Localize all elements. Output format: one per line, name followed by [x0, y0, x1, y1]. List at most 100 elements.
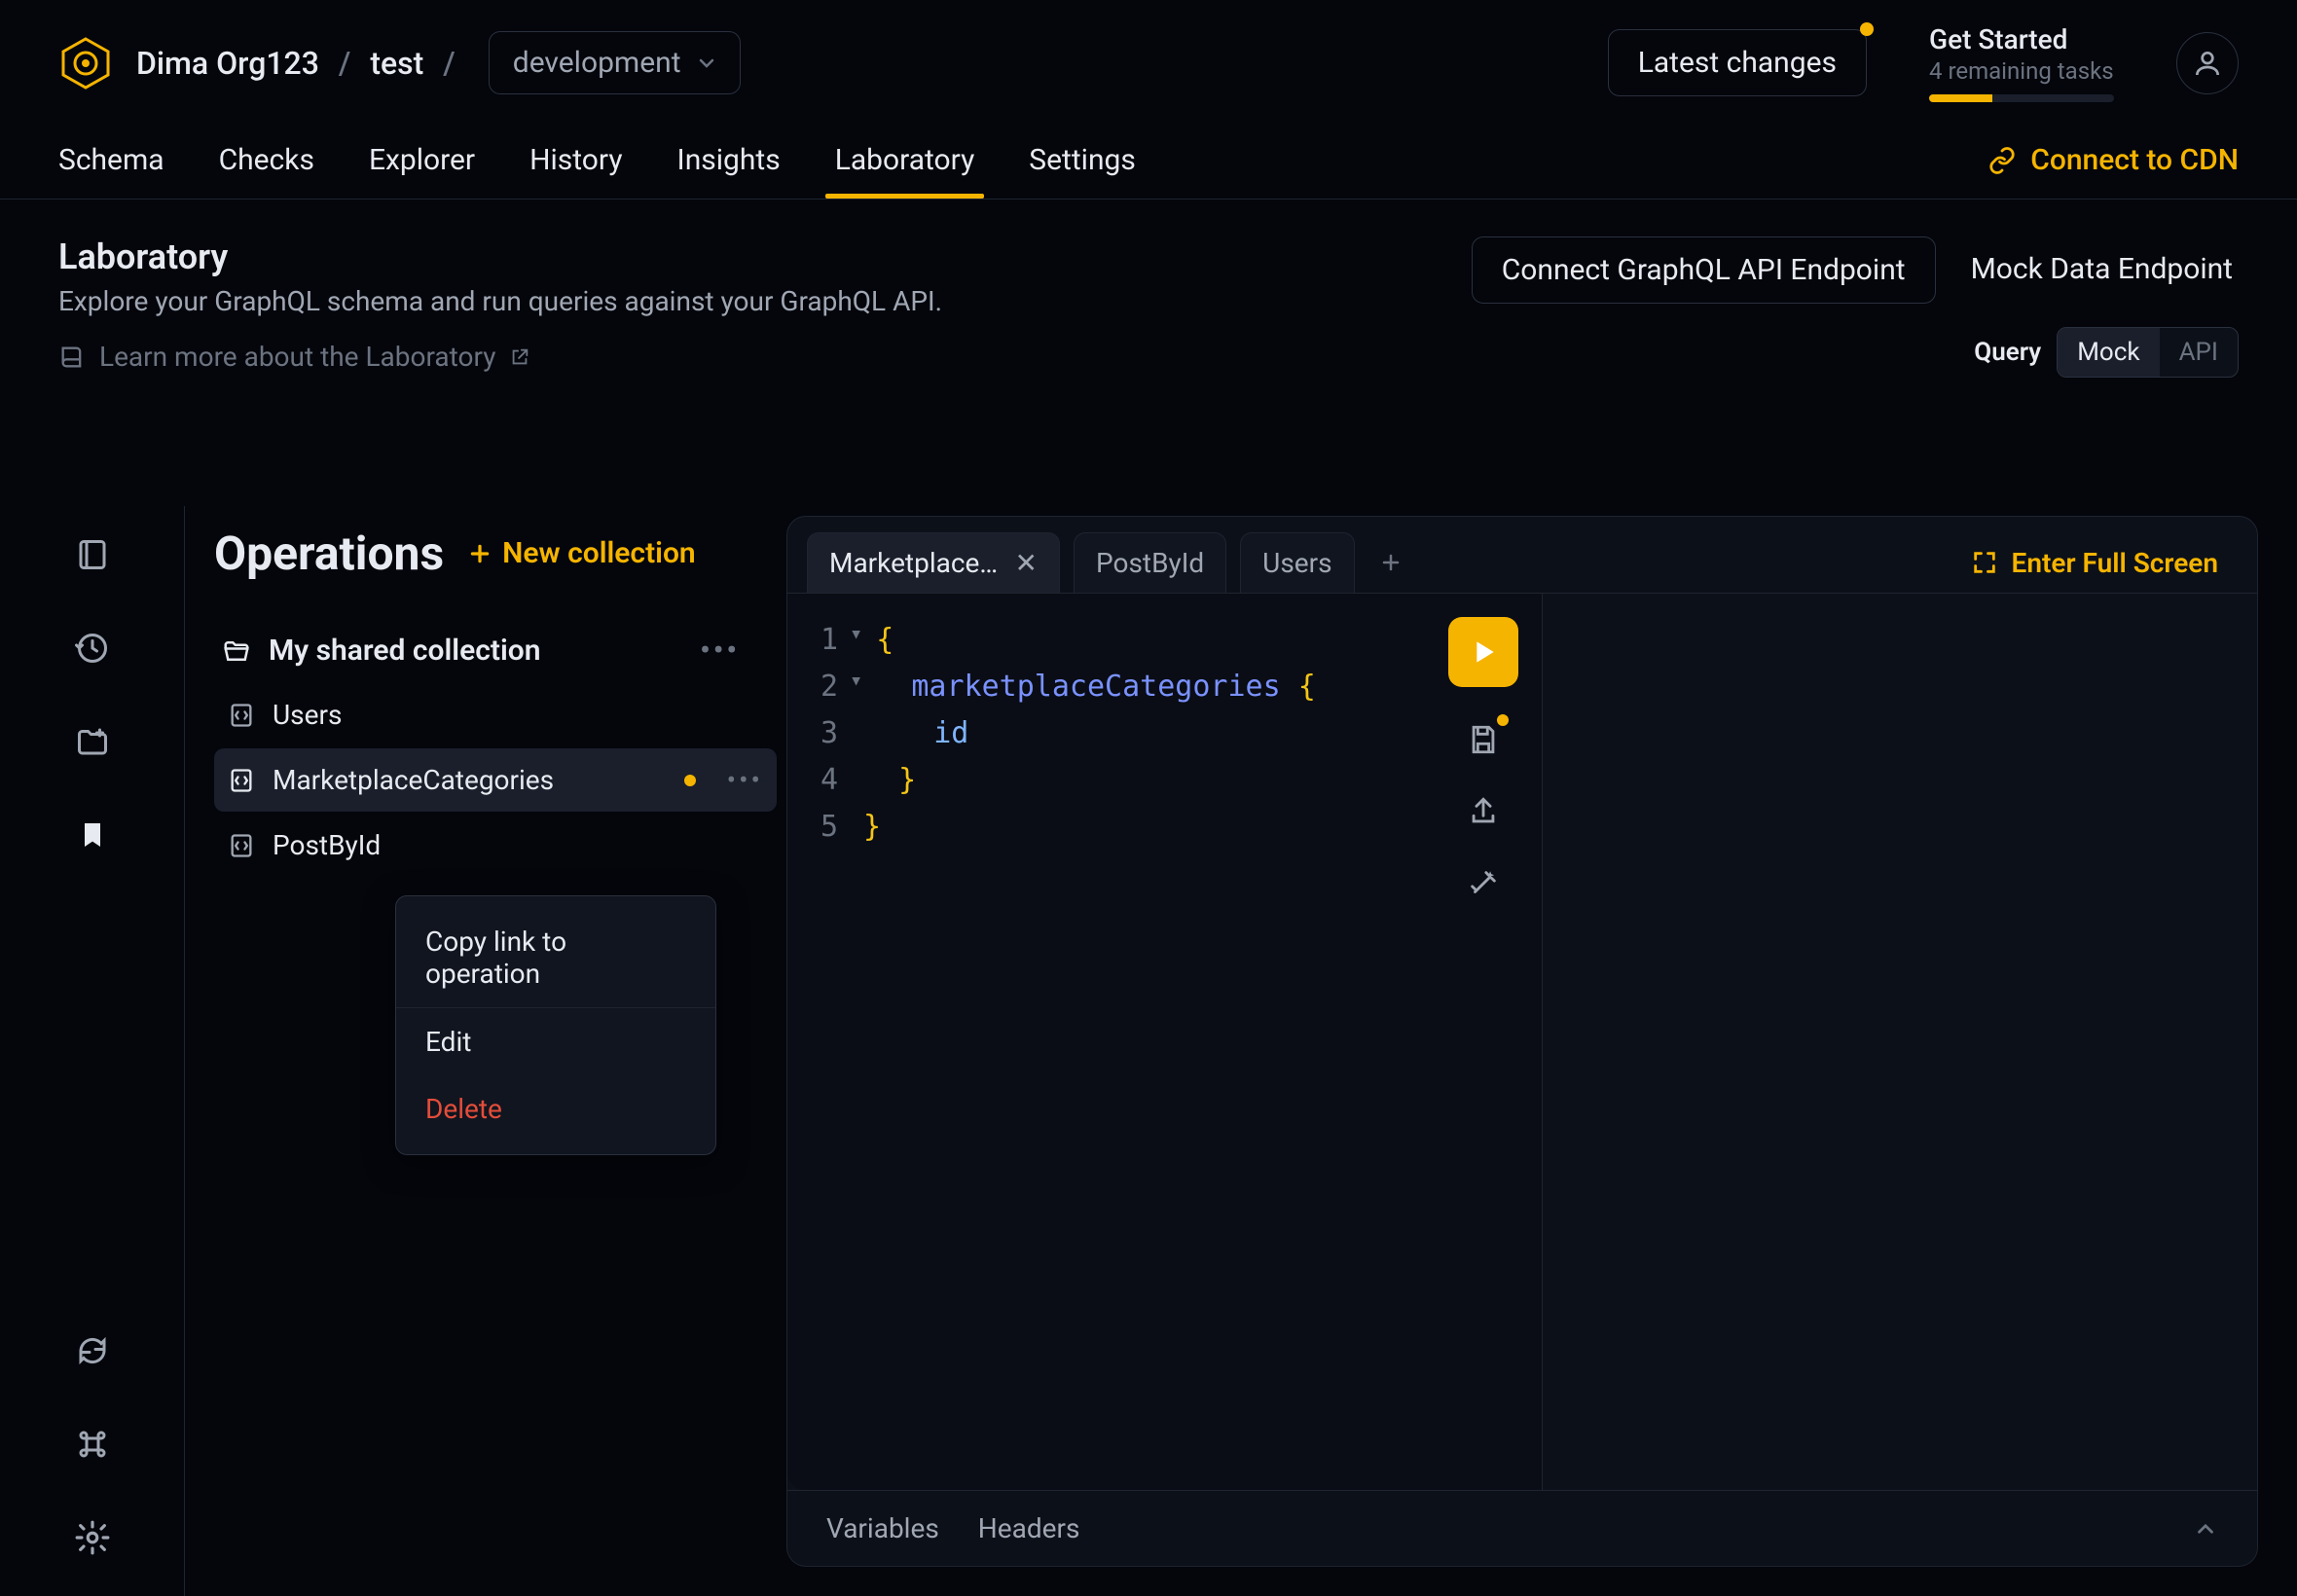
- breadcrumb-org[interactable]: Dima Org123: [136, 45, 319, 82]
- play-icon: [1468, 636, 1499, 668]
- close-icon[interactable]: ✕: [1015, 547, 1038, 579]
- latest-changes-button[interactable]: Latest changes: [1608, 29, 1867, 96]
- ctx-delete[interactable]: Delete: [396, 1075, 715, 1143]
- get-started-title: Get Started: [1929, 23, 2114, 55]
- hive-logo-icon: [59, 37, 112, 90]
- chevron-down-icon: [697, 54, 716, 73]
- nav-item-history[interactable]: History: [529, 124, 622, 197]
- editor-panel: MarketplaceC… ✕ PostById Users Enter Ful…: [786, 516, 2258, 1567]
- history-icon[interactable]: [73, 629, 112, 668]
- collection-name: My shared collection: [269, 634, 541, 668]
- breadcrumb-project[interactable]: test: [370, 45, 423, 82]
- nav-item-settings[interactable]: Settings: [1029, 124, 1136, 197]
- operations-panel: Operations New collection My shared coll…: [185, 506, 777, 1596]
- nav-item-laboratory[interactable]: Laboratory: [835, 124, 975, 197]
- new-collection-label: New collection: [502, 536, 696, 570]
- get-started-progress-fill: [1929, 94, 1992, 102]
- operation-label: PostById: [273, 829, 381, 861]
- save-icon: [1467, 723, 1500, 756]
- operation-item-users[interactable]: Users: [214, 683, 777, 746]
- operation-item-postbyid[interactable]: PostById: [214, 814, 777, 877]
- nav-item-explorer[interactable]: Explorer: [369, 124, 475, 197]
- enter-fullscreen-button[interactable]: Enter Full Screen: [1971, 547, 2238, 579]
- editor-tab-label: MarketplaceC…: [829, 547, 1002, 579]
- bottom-tab-headers[interactable]: Headers: [978, 1512, 1080, 1544]
- collection-more-icon[interactable]: •••: [700, 634, 740, 668]
- user-avatar[interactable]: [2176, 32, 2239, 94]
- connect-cdn-label: Connect to CDN: [2030, 143, 2239, 177]
- bottom-tab-variables[interactable]: Variables: [826, 1512, 939, 1544]
- run-query-button[interactable]: [1448, 617, 1518, 687]
- keyboard-shortcuts-icon[interactable]: [73, 1425, 112, 1464]
- ctx-edit[interactable]: Edit: [396, 1008, 715, 1075]
- nav-item-checks[interactable]: Checks: [219, 124, 314, 197]
- editor-side-buttons: [1448, 617, 1518, 903]
- notification-dot-icon: [1860, 22, 1874, 36]
- main-area: Operations New collection My shared coll…: [0, 506, 2297, 1596]
- collection-row[interactable]: My shared collection •••: [214, 620, 777, 681]
- ai-sparkle-button[interactable]: [1464, 864, 1503, 903]
- folder-plus-icon[interactable]: [73, 722, 112, 761]
- get-started-widget[interactable]: Get Started 4 remaining tasks: [1929, 23, 2114, 102]
- connect-endpoint-label: Connect GraphQL API Endpoint: [1502, 253, 1906, 287]
- get-started-progress: [1929, 94, 2114, 102]
- settings-gear-icon[interactable]: [73, 1518, 112, 1557]
- chevron-up-icon[interactable]: [2193, 1516, 2218, 1542]
- external-link-icon: [509, 346, 530, 368]
- page-subtitle: Explore your GraphQL schema and run quer…: [58, 285, 1433, 317]
- editor-tab-postbyid[interactable]: PostById: [1074, 532, 1226, 593]
- ctx-copy-link[interactable]: Copy link to operation: [396, 908, 715, 1008]
- link-icon: [1987, 146, 2017, 175]
- editor-tab-marketplace[interactable]: MarketplaceC… ✕: [807, 532, 1060, 593]
- operation-item-marketplace[interactable]: MarketplaceCategories •••: [214, 748, 777, 812]
- operation-file-icon: [228, 832, 255, 859]
- segment-api[interactable]: API: [2160, 328, 2238, 377]
- refresh-icon[interactable]: [73, 1331, 112, 1370]
- editor-tab-label: PostById: [1096, 547, 1204, 579]
- docs-icon[interactable]: [73, 535, 112, 574]
- query-mode-segment: Mock API: [2057, 327, 2239, 378]
- nav-item-insights[interactable]: Insights: [677, 124, 781, 197]
- app-logo[interactable]: [58, 36, 113, 91]
- editor-wrap: MarketplaceC… ✕ PostById Users Enter Ful…: [777, 506, 2297, 1596]
- nav-item-schema[interactable]: Schema: [58, 124, 164, 197]
- editor-tab-label: Users: [1262, 547, 1331, 579]
- breadcrumb-sep: /: [339, 45, 350, 82]
- learn-more-label: Learn more about the Laboratory: [99, 341, 495, 373]
- operations-title: Operations: [214, 526, 444, 581]
- fullscreen-icon: [1971, 549, 1998, 576]
- operation-file-icon: [228, 767, 255, 794]
- laboratory-rail: [0, 506, 185, 1596]
- operation-label: Users: [273, 699, 342, 731]
- operation-label: MarketplaceCategories: [273, 764, 554, 796]
- save-operation-button[interactable]: [1464, 720, 1503, 759]
- folder-open-icon: [222, 636, 251, 666]
- code-editor[interactable]: 1▾{2▾ marketplaceCategories {3 id4 }5 }: [787, 594, 1543, 1490]
- share-icon: [1467, 795, 1500, 828]
- mock-endpoint-label: Mock Data Endpoint: [1971, 252, 2233, 286]
- operation-context-menu: Copy link to operation Edit Delete: [395, 895, 716, 1155]
- environment-select[interactable]: development: [489, 31, 741, 94]
- operation-file-icon: [228, 702, 255, 729]
- connect-endpoint-button[interactable]: Connect GraphQL API Endpoint: [1472, 236, 1936, 304]
- learn-more-link[interactable]: Learn more about the Laboratory: [58, 341, 1433, 373]
- bookmark-icon[interactable]: [73, 816, 112, 854]
- book-icon: [58, 344, 86, 371]
- unsaved-dot-icon: [1497, 714, 1509, 726]
- connect-cdn-link[interactable]: Connect to CDN: [1987, 143, 2239, 177]
- mock-endpoint-button[interactable]: Mock Data Endpoint: [1965, 236, 2239, 304]
- breadcrumb: Dima Org123 / test /: [136, 45, 456, 82]
- person-icon: [2192, 48, 2223, 79]
- breadcrumb-sep: /: [443, 45, 455, 82]
- share-button[interactable]: [1464, 792, 1503, 831]
- main-nav: Schema Checks Explorer History Insights …: [0, 122, 2297, 200]
- editor-bottom-tabs: Variables Headers: [787, 1490, 2257, 1566]
- new-collection-button[interactable]: New collection: [467, 536, 696, 570]
- query-mode-label: Query: [1974, 338, 2041, 367]
- add-tab-button[interactable]: [1368, 540, 1413, 585]
- segment-mock[interactable]: Mock: [2058, 328, 2159, 377]
- operation-more-icon[interactable]: •••: [727, 764, 763, 796]
- plus-icon: [467, 541, 492, 566]
- editor-tab-users[interactable]: Users: [1240, 532, 1354, 593]
- plus-icon: [1379, 551, 1403, 574]
